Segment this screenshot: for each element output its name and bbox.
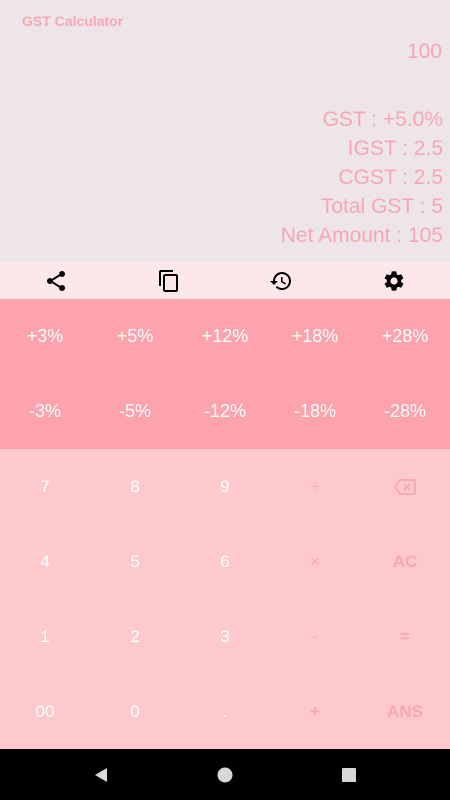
- gst-add-18-button[interactable]: +18%: [270, 299, 360, 374]
- nav-home-button[interactable]: [163, 749, 287, 800]
- digit-5-button[interactable]: 5: [90, 524, 180, 599]
- backspace-button[interactable]: [360, 449, 450, 524]
- copy-button[interactable]: [113, 262, 226, 299]
- gst-sub-28-button[interactable]: -28%: [360, 374, 450, 449]
- decimal-button[interactable]: .: [180, 674, 270, 749]
- gst-add-5-button[interactable]: +5%: [90, 299, 180, 374]
- minus-button[interactable]: -: [270, 599, 360, 674]
- back-icon: [95, 767, 107, 782]
- answer-button[interactable]: ANS: [360, 674, 450, 749]
- nav-recents-button[interactable]: [287, 749, 411, 800]
- gst-add-28-button[interactable]: +28%: [360, 299, 450, 374]
- digit-9-button[interactable]: 9: [180, 449, 270, 524]
- digit-2-button[interactable]: 2: [90, 599, 180, 674]
- gst-subtract-row: -3% -5% -12% -18% -28%: [0, 374, 450, 449]
- gst-add-12-button[interactable]: +12%: [180, 299, 270, 374]
- gst-sub-18-button[interactable]: -18%: [270, 374, 360, 449]
- divide-button[interactable]: ÷: [270, 449, 360, 524]
- digit-1-button[interactable]: 1: [0, 599, 90, 674]
- home-icon: [217, 767, 233, 782]
- net-amount-result: Net Amount : 105: [280, 224, 443, 247]
- digit-7-button[interactable]: 7: [0, 449, 90, 524]
- digit-4-button[interactable]: 4: [0, 524, 90, 599]
- system-navigation-bar: [0, 749, 450, 800]
- keypad-row-4: 00 0 . + ANS: [0, 674, 450, 749]
- toolbar: [0, 262, 450, 299]
- share-icon: [47, 270, 66, 291]
- app-title: GST Calculator: [22, 13, 124, 29]
- gst-keypad: +3% +5% +12% +18% +28% -3% -5% -12% -18%…: [0, 299, 450, 449]
- digit-0-button[interactable]: 0: [90, 674, 180, 749]
- input-value[interactable]: 100: [407, 40, 442, 64]
- equals-button[interactable]: =: [360, 599, 450, 674]
- multiply-button[interactable]: ×: [270, 524, 360, 599]
- gst-add-row: +3% +5% +12% +18% +28%: [0, 299, 450, 374]
- display-area: GST Calculator 100 GST : +5.0% IGST : 2.…: [0, 0, 450, 262]
- digit-3-button[interactable]: 3: [180, 599, 270, 674]
- backspace-icon: [394, 478, 416, 495]
- all-clear-button[interactable]: AC: [360, 524, 450, 599]
- cgst-result: CGST : 2.5: [338, 166, 443, 189]
- gst-sub-5-button[interactable]: -5%: [90, 374, 180, 449]
- gst-add-3-button[interactable]: +3%: [0, 299, 90, 374]
- gst-sub-12-button[interactable]: -12%: [180, 374, 270, 449]
- results-panel: GST : +5.0% IGST : 2.5 CGST : 2.5 Total …: [281, 105, 443, 250]
- gst-rate-result: GST : +5.0%: [322, 108, 443, 131]
- copy-icon: [158, 269, 178, 292]
- history-icon: [270, 271, 292, 290]
- recents-icon: [342, 767, 356, 782]
- keypad-row-3: 1 2 3 - =: [0, 599, 450, 674]
- keypad-row-2: 4 5 6 × AC: [0, 524, 450, 599]
- digit-6-button[interactable]: 6: [180, 524, 270, 599]
- number-keypad: 7 8 9 ÷ 4 5 6 × AC 1 2 3 - = 00 0 . + AN…: [0, 449, 450, 749]
- gst-sub-3-button[interactable]: -3%: [0, 374, 90, 449]
- settings-button[interactable]: [338, 262, 450, 299]
- share-button[interactable]: [0, 262, 113, 299]
- total-gst-result: Total GST : 5: [320, 195, 443, 218]
- nav-back-button[interactable]: [39, 749, 163, 800]
- keypad-row-1: 7 8 9 ÷: [0, 449, 450, 524]
- history-button[interactable]: [225, 262, 338, 299]
- double-zero-button[interactable]: 00: [0, 674, 90, 749]
- igst-result: IGST : 2.5: [347, 137, 443, 160]
- plus-button[interactable]: +: [270, 674, 360, 749]
- digit-8-button[interactable]: 8: [90, 449, 180, 524]
- settings-icon: [384, 270, 404, 291]
